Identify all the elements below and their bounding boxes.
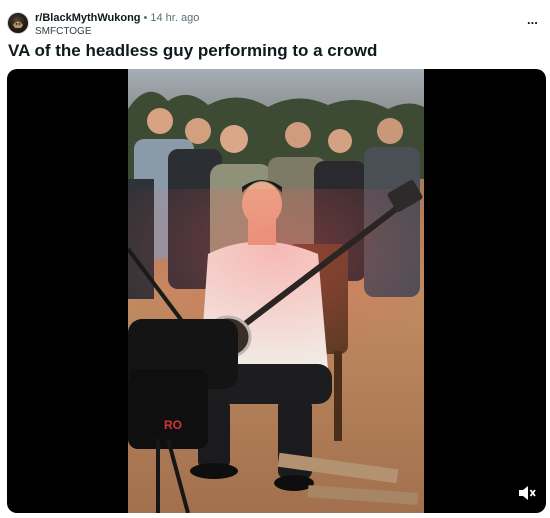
more-options-icon: ... [527, 12, 538, 27]
post-age: 14 hr. ago [150, 12, 200, 24]
speaker-muted-icon[interactable] [518, 485, 536, 501]
video-still: RO [128, 69, 424, 513]
rig-brand-text: RO [164, 418, 182, 432]
meta-separator: • [143, 12, 148, 24]
post-author[interactable]: SMFCTOGE [35, 26, 199, 38]
video-frame[interactable]: RO [128, 69, 424, 513]
post-title[interactable]: VA of the headless guy performing to a c… [8, 40, 538, 61]
video-player[interactable]: RO [7, 69, 546, 513]
more-options-button[interactable]: ... [527, 11, 543, 27]
post-header: r/BlackMythWukong • 14 hr. ago SMFCTOGE ..… [7, 9, 543, 39]
monkey-king-icon [13, 21, 23, 28]
post-meta: r/BlackMythWukong • 14 hr. ago SMFCTOGE [35, 12, 199, 38]
subreddit-avatar[interactable] [7, 12, 29, 34]
subreddit-name[interactable]: r/BlackMythWukong [35, 12, 141, 24]
post-card[interactable]: r/BlackMythWukong • 14 hr. ago SMFCTOGE ..… [0, 0, 550, 518]
